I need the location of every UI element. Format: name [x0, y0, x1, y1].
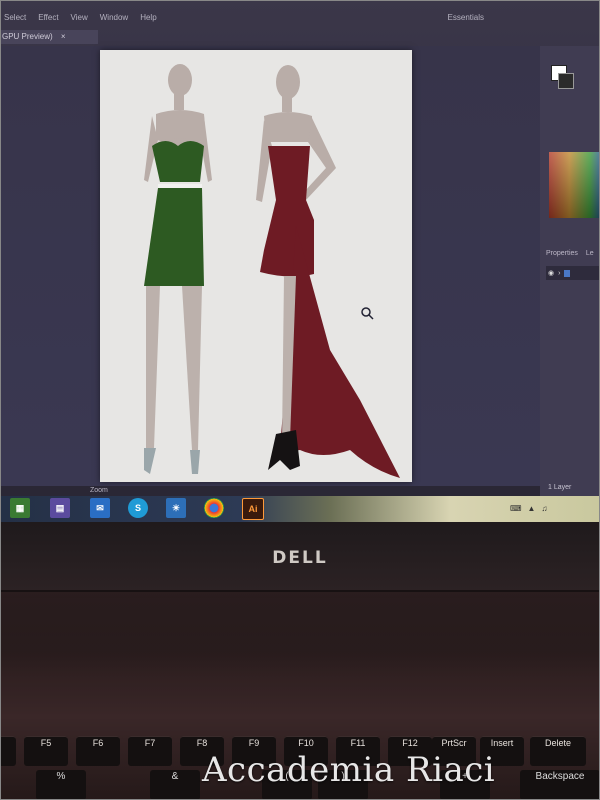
watermark-text: Accademia Riaci: [202, 750, 496, 790]
system-tray: ⌨ ▲ ♫: [510, 500, 600, 516]
document-tab[interactable]: GPU Preview) ×: [0, 30, 98, 44]
workspace-switcher[interactable]: Essentials: [448, 13, 484, 22]
menu-help[interactable]: Help: [140, 13, 156, 22]
menu-effect[interactable]: Effect: [38, 13, 58, 22]
keyboard-icon[interactable]: ⌨: [510, 504, 522, 513]
document-tab-label: GPU Preview): [2, 32, 53, 41]
eye-icon[interactable]: ◉: [548, 269, 554, 277]
menu-bar: Select Effect View Window Help Essential…: [0, 8, 544, 26]
layer-row[interactable]: ◉ ›: [546, 266, 600, 280]
network-icon[interactable]: ▲: [528, 504, 536, 513]
key-delete[interactable]: Delete: [530, 736, 586, 766]
stroke-swatch[interactable]: [558, 73, 574, 89]
close-icon[interactable]: ×: [61, 32, 66, 41]
key-percent[interactable]: %: [36, 770, 86, 800]
windows-store-icon[interactable]: ▦: [10, 498, 30, 518]
tab-properties[interactable]: Properties: [546, 250, 578, 257]
figure-red-gown: [256, 65, 400, 478]
figure-green-dress: [144, 64, 212, 474]
key-f4[interactable]: [0, 736, 16, 766]
menu-window[interactable]: Window: [100, 13, 128, 22]
mail-icon[interactable]: ✉: [90, 498, 110, 518]
dell-logo: DELL: [272, 548, 328, 568]
fashion-illustration: [144, 64, 400, 478]
key-ampersand[interactable]: &: [150, 770, 200, 800]
volume-icon[interactable]: ♫: [541, 504, 547, 513]
chrome-icon[interactable]: [204, 498, 224, 518]
menu-view[interactable]: View: [71, 13, 88, 22]
panel-tabs: Properties Le: [546, 246, 600, 260]
laptop-photo: Select Effect View Window Help Essential…: [0, 0, 600, 800]
key-backspace[interactable]: Backspace: [520, 770, 600, 800]
skype-icon[interactable]: S: [128, 498, 148, 518]
illustrator-icon[interactable]: Ai: [242, 498, 264, 520]
key-f7[interactable]: F7: [128, 736, 172, 766]
key-f5[interactable]: F5: [24, 736, 68, 766]
layers-count: 1 Layer: [548, 484, 572, 491]
artboard[interactable]: [100, 50, 412, 482]
color-spectrum[interactable]: [549, 152, 600, 218]
layer-highlight: [564, 269, 571, 277]
zoom-cursor-icon: [361, 307, 374, 320]
settings-icon[interactable]: ☀: [166, 498, 186, 518]
status-bar: Zoom: [0, 486, 540, 496]
menu-select[interactable]: Select: [4, 13, 26, 22]
laptop-screen: Select Effect View Window Help Essential…: [0, 0, 600, 528]
chevron-right-icon[interactable]: ›: [558, 270, 560, 277]
tab-layers[interactable]: Le: [586, 250, 594, 257]
calculator-icon[interactable]: ▤: [50, 498, 70, 518]
zoom-label[interactable]: Zoom: [90, 487, 108, 494]
key-f6[interactable]: F6: [76, 736, 120, 766]
